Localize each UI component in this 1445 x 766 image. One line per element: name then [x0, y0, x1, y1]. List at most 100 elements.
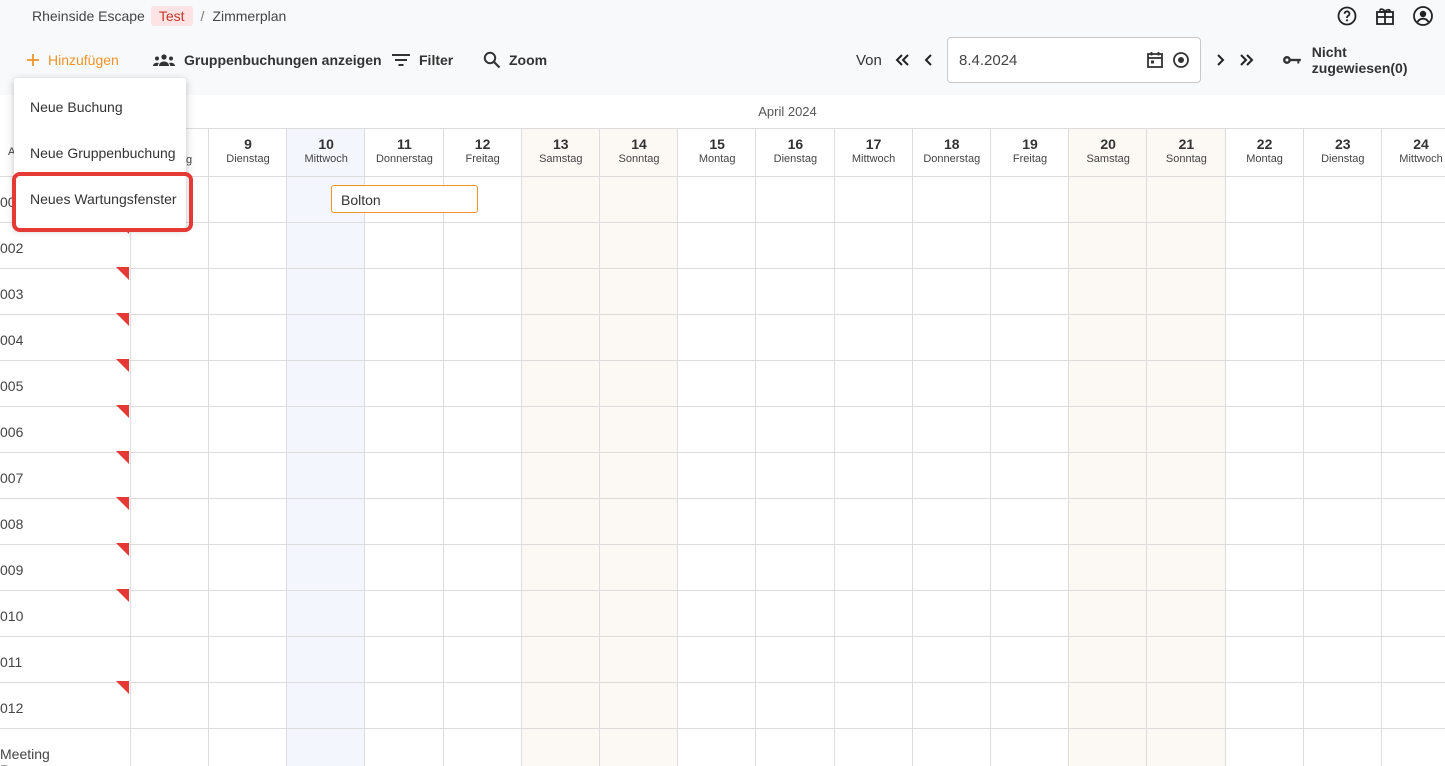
plus-icon: [27, 54, 39, 66]
room-status-flag: [116, 313, 129, 326]
day-header: 11 Donnerstag: [365, 129, 443, 176]
day-name: Sonntag: [618, 153, 660, 165]
day-header: 21 Sonntag: [1147, 129, 1225, 176]
unassigned-label: Nicht zugewiesen(0): [1311, 44, 1408, 76]
day-header: 18 Donnerstag: [913, 129, 991, 176]
room-label[interactable]: 010: [0, 608, 23, 624]
day-number: 14: [631, 136, 647, 152]
day-number: 10: [318, 136, 334, 152]
day-name: Dienstag: [773, 153, 818, 165]
day-name: Montag: [698, 153, 736, 165]
account-icon[interactable]: [1411, 4, 1435, 28]
day-number: 13: [553, 136, 569, 152]
day-number: 9: [244, 136, 252, 152]
grid-line: [0, 268, 1445, 269]
day-column[interactable]: 24 Mittwoch: [1381, 129, 1445, 766]
room-label[interactable]: 006: [0, 424, 23, 440]
day-column[interactable]: 15 Montag: [677, 129, 755, 766]
room-label[interactable]: 011: [0, 654, 22, 670]
add-button[interactable]: Hinzufügen: [26, 44, 119, 76]
filter-label: Filter: [419, 52, 454, 68]
day-number: 24: [1413, 136, 1429, 152]
day-column[interactable]: 10 Mittwoch: [286, 129, 365, 766]
chevron-left-icon[interactable]: [919, 50, 939, 70]
day-number: 23: [1335, 136, 1351, 152]
room-label[interactable]: 009: [0, 562, 23, 578]
day-header: 13 Samstag: [522, 129, 600, 176]
day-column[interactable]: 18 Donnerstag: [911, 129, 991, 766]
day-name: Mittwoch: [1399, 153, 1443, 165]
day-column[interactable]: 16 Dienstag: [755, 129, 833, 766]
day-column[interactable]: 22 Montag: [1224, 129, 1303, 766]
room-label[interactable]: 004: [0, 332, 23, 348]
room-label[interactable]: 005: [0, 378, 23, 394]
room-label[interactable]: 002: [0, 240, 23, 256]
top-icons: [1335, 4, 1435, 28]
chevron-right-icon[interactable]: [1210, 50, 1230, 70]
day-column[interactable]: 23 Dienstag: [1302, 129, 1381, 766]
menu-item-new-group-booking[interactable]: Neue Gruppenbuchung: [14, 130, 186, 176]
day-header: 12 Freitag: [444, 129, 522, 176]
day-name: Samstag: [1086, 153, 1130, 165]
groups-icon: [153, 54, 175, 66]
day-header: 10 Mittwoch: [287, 129, 365, 176]
environment-tag: Test: [150, 6, 193, 26]
grid-line: [0, 360, 1445, 361]
double-chevron-left-icon[interactable]: [892, 50, 912, 70]
day-name: Freitag: [1012, 153, 1048, 165]
day-header: 9 Dienstag: [209, 129, 287, 176]
room-label[interactable]: 008: [0, 516, 23, 532]
day-column[interactable]: 12 Freitag: [442, 129, 522, 766]
unassigned-button[interactable]: Nicht zugewiesen(0): [1282, 44, 1445, 76]
grid-line: [0, 590, 1445, 591]
day-column[interactable]: 17 Mittwoch: [833, 129, 912, 766]
day-name: Donnerstag: [375, 153, 433, 165]
today-icon[interactable]: [1172, 51, 1190, 74]
room-label[interactable]: Meeting Room: [0, 746, 50, 766]
day-column[interactable]: 9 Dienstag: [208, 129, 286, 766]
room-label[interactable]: 007: [0, 470, 23, 486]
day-name: Freitag: [465, 153, 500, 165]
gift-icon[interactable]: [1373, 4, 1397, 28]
breadcrumb-org[interactable]: Rheinside Escape: [32, 8, 145, 24]
room-label[interactable]: 012: [0, 700, 23, 716]
day-number: 20: [1100, 136, 1116, 152]
day-header: 24 Mittwoch: [1382, 129, 1445, 176]
day-number: 22: [1256, 136, 1273, 152]
room-label[interactable]: 003: [0, 286, 23, 302]
top-bar: Rheinside Escape Test / Zimmerplan Hinzu…: [0, 0, 1445, 95]
day-name: Montag: [1246, 153, 1283, 165]
menu-item-new-booking[interactable]: Neue Buchung: [14, 84, 186, 130]
add-button-label: Hinzufügen: [48, 52, 119, 68]
day-name: Donnerstag: [923, 153, 981, 165]
date-field[interactable]: 8.4.2024: [947, 37, 1201, 83]
zoom-label: Zoom: [509, 52, 548, 68]
help-icon[interactable]: [1335, 4, 1359, 28]
booking-block[interactable]: Bolton: [331, 185, 478, 213]
day-column[interactable]: 20 Samstag: [1068, 129, 1147, 766]
highlight-box: [12, 172, 193, 232]
breadcrumb-page: Zimmerplan: [212, 8, 287, 24]
zoom-button[interactable]: Zoom: [483, 44, 547, 76]
room-status-flag: [116, 267, 129, 280]
day-column[interactable]: 13 Samstag: [520, 129, 600, 766]
grid-line: [0, 222, 1445, 223]
day-column[interactable]: 21 Sonntag: [1146, 129, 1225, 766]
day-header: 16 Dienstag: [756, 129, 834, 176]
grid-line: [0, 314, 1445, 315]
room-status-flag: [116, 589, 129, 602]
calendar-icon[interactable]: [1146, 51, 1164, 74]
day-column[interactable]: 11 Donnerstag: [364, 129, 442, 766]
grid-line: [0, 682, 1445, 683]
double-chevron-right-icon[interactable]: [1237, 50, 1257, 70]
date-value: 8.4.2024: [959, 52, 1018, 69]
filter-button[interactable]: Filter: [391, 44, 453, 76]
day-name: Dienstag: [226, 153, 270, 165]
day-column[interactable]: 14 Sonntag: [599, 129, 678, 766]
grid-line: [0, 176, 1445, 177]
day-column[interactable]: 19 Freitag: [990, 129, 1068, 766]
group-bookings-button[interactable]: Gruppenbuchungen anzeigen: [152, 44, 382, 76]
day-name: Samstag: [539, 153, 583, 165]
day-header: 15 Montag: [678, 129, 756, 176]
key-icon: [1282, 56, 1301, 64]
